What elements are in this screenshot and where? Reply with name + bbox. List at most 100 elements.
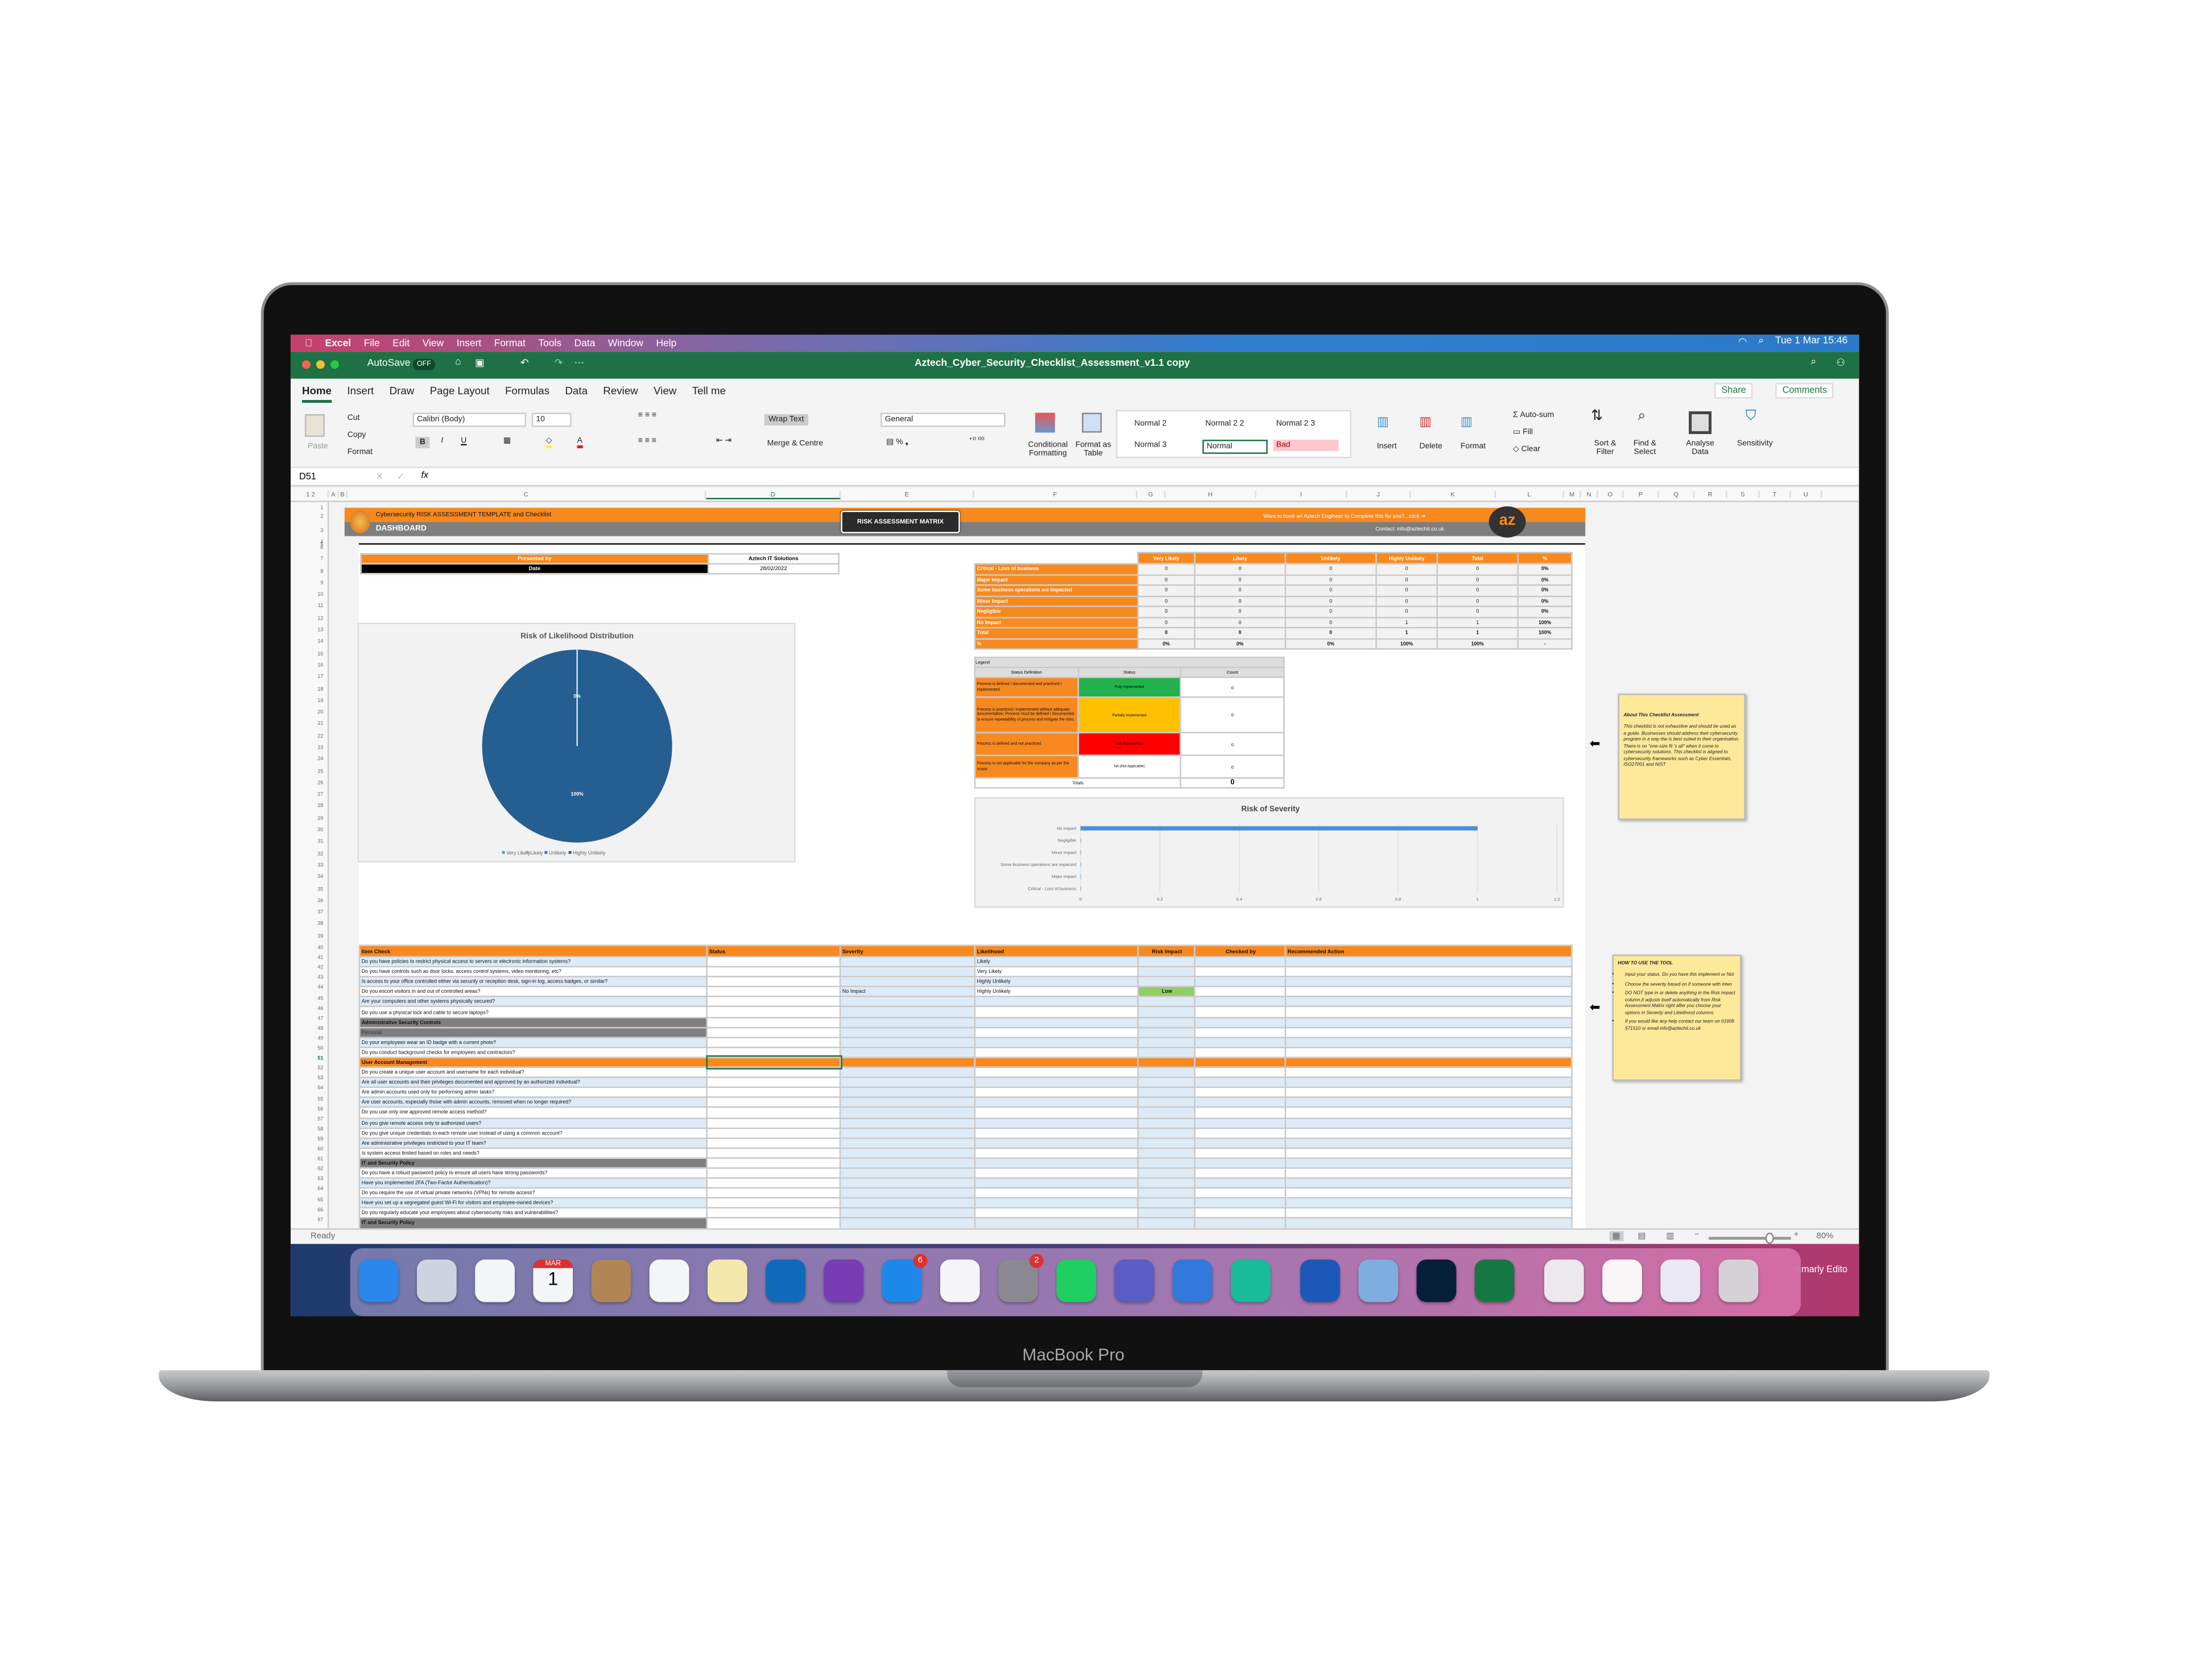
recommended-action-cell[interactable] [1284,1157,1573,1169]
row-header[interactable]: 23 [317,745,323,750]
status-cell[interactable] [706,1147,841,1159]
status-cell[interactable] [705,1055,842,1069]
risk-impact-cell[interactable] [1137,1137,1196,1149]
date-value[interactable]: 28/02/2022 [708,563,840,575]
minimize-window-button[interactable] [316,360,325,369]
status-cell[interactable] [706,1107,841,1119]
status-cell[interactable] [706,1167,841,1179]
risk-impact-cell[interactable] [1137,996,1196,1008]
redo-icon[interactable]: ↷ [555,357,563,369]
number-format-select[interactable]: General [880,412,1006,427]
dock-calendar-icon[interactable]: MAR 1 [533,1259,573,1302]
column-header[interactable]: C [348,490,706,498]
checked-by-cell[interactable] [1194,1066,1287,1079]
checked-by-cell[interactable] [1194,976,1287,988]
find-select-button[interactable]: Find & Select [1626,440,1663,457]
row-header[interactable]: 3 [320,527,323,533]
row-header[interactable]: 30 [317,827,323,833]
row-header[interactable]: 54 [317,1086,323,1091]
checked-by-cell[interactable] [1194,1137,1287,1149]
likelihood-cell[interactable] [974,1147,1139,1159]
dock-system-preferences-icon[interactable]: 2 [998,1253,1044,1302]
more-icon[interactable]: ⋯ [574,357,584,369]
insert-cells-button[interactable]: Insert [1377,443,1397,451]
confirm-icon[interactable]: ✓ [397,471,405,482]
status-cell[interactable] [706,1187,841,1199]
font-family-select[interactable]: Calibri (Body) [412,412,526,427]
dock-outlook-icon[interactable] [766,1259,806,1302]
dock-launchpad-icon[interactable] [416,1259,457,1302]
row-header[interactable]: 61 [317,1156,323,1162]
analyse-data-icon[interactable] [1689,411,1712,434]
likelihood-cell[interactable] [974,1016,1139,1028]
likelihood-cell[interactable] [974,1026,1139,1038]
severity-cell[interactable] [839,956,976,968]
tab-page-layout[interactable]: Page Layout [430,385,490,403]
row-header[interactable]: 19 [317,698,323,703]
severity-cell[interactable] [839,1197,976,1209]
dock-document-icon[interactable] [1602,1259,1642,1302]
cancel-icon[interactable]: ✕ [376,471,384,482]
function-icon[interactable]: fx [421,471,428,481]
normal-view-icon[interactable]: ▦ [1609,1231,1623,1241]
checked-by-cell[interactable] [1194,1147,1287,1159]
column-header[interactable]: S [1727,490,1760,498]
recommended-action-cell[interactable] [1284,1057,1573,1068]
recommended-action-cell[interactable] [1284,1076,1573,1088]
menu-file[interactable]: File [364,339,380,348]
recommended-action-cell[interactable] [1284,1137,1573,1149]
column-header[interactable]: G [1137,490,1166,498]
row-header[interactable]: 9 [320,580,323,585]
row-header[interactable]: 67 [317,1216,323,1222]
status-cell[interactable] [706,1137,841,1149]
severity-cell[interactable] [839,1087,976,1099]
clock[interactable]: Tue 1 Mar 15:46 [1775,336,1847,348]
recommended-action-cell[interactable] [1284,1117,1573,1129]
insert-icon[interactable]: ▥ [1377,414,1389,430]
align-top-icon[interactable]: ≡ ≡ ≡ [638,411,656,420]
status-cell[interactable] [706,1157,841,1169]
severity-cell[interactable] [839,976,976,988]
risk-impact-cell[interactable] [1137,1147,1196,1159]
likelihood-cell[interactable] [974,1076,1139,1088]
status-cell[interactable] [706,1197,841,1209]
severity-cell[interactable] [839,1137,976,1149]
status-cell[interactable] [706,996,841,1008]
row-header[interactable]: 33 [317,863,323,868]
recommended-action-cell[interactable] [1284,1207,1573,1219]
cell-style-option[interactable]: Normal 2 [1131,418,1197,430]
likelihood-cell[interactable] [974,1057,1139,1068]
cell-style-option[interactable]: Normal 2 2 [1202,418,1268,430]
formula-input[interactable] [440,471,1843,484]
risk-impact-cell[interactable] [1137,1036,1196,1048]
indent-icon[interactable]: ⇤ ⇥ [716,437,731,445]
risk-impact-cell[interactable] [1137,1157,1196,1169]
howto-note[interactable]: HOW TO USE THE TOOL Input your status. D… [1612,954,1742,1081]
row-header[interactable]: 47 [317,1015,323,1021]
recommended-action-cell[interactable] [1284,1218,1573,1229]
status-cell[interactable] [706,1076,841,1088]
row-header[interactable]: 42 [317,965,323,971]
page-layout-view-icon[interactable]: ▤ [1638,1231,1645,1241]
comments-button[interactable]: Comments [1775,383,1834,399]
recommended-action-cell[interactable] [1284,966,1573,978]
severity-cell[interactable] [839,1006,976,1018]
copy-button[interactable]: Copy [348,431,366,440]
menu-view[interactable]: View [423,339,444,348]
delete-icon[interactable]: ▥ [1419,414,1431,430]
status-cell[interactable] [706,966,841,978]
row-header[interactable]: 31 [317,839,323,844]
severity-cell[interactable] [839,1147,976,1159]
severity-cell[interactable] [839,1167,976,1179]
cell-style-option[interactable]: Bad [1273,439,1339,451]
fill-color-icon[interactable]: ◇ [545,437,552,448]
severity-cell[interactable] [839,1218,976,1229]
recommended-action-cell[interactable] [1284,1026,1573,1038]
risk-impact-cell[interactable] [1137,1127,1196,1139]
sensitivity-button[interactable]: Sensitivity [1737,440,1773,448]
checked-by-cell[interactable] [1194,1157,1287,1169]
dock-contacts-icon[interactable] [591,1259,631,1302]
dock-grammarly-icon[interactable] [1230,1259,1271,1302]
percent-icon[interactable]: ▤ % ❟ [886,438,908,448]
paste-button[interactable]: Paste [308,443,328,451]
